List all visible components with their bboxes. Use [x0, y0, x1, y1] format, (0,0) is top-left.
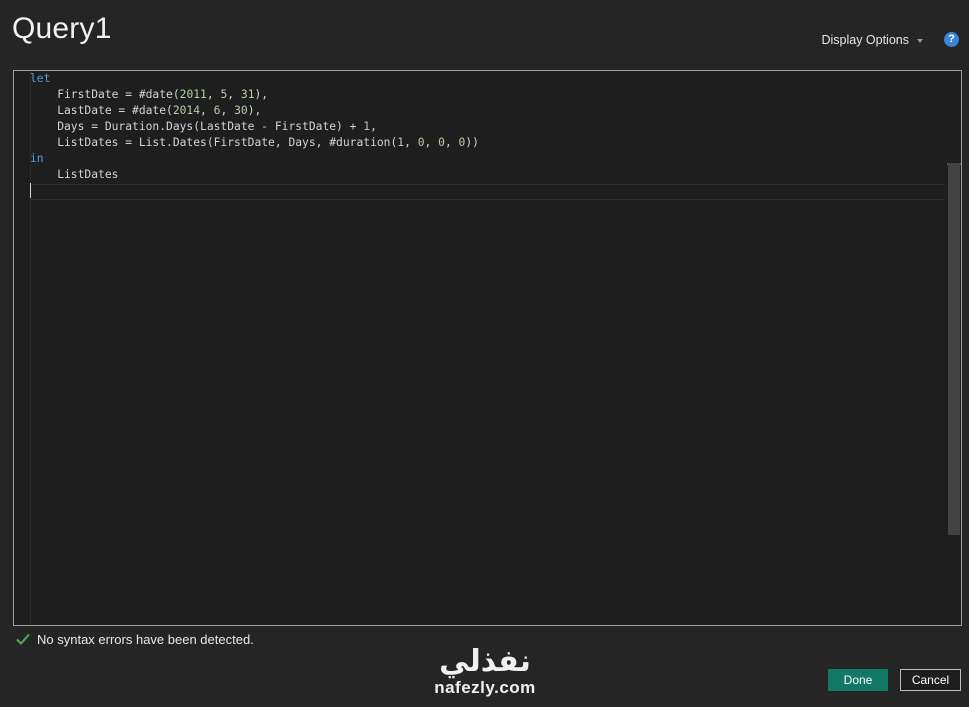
code-token: ,	[424, 136, 439, 149]
advanced-editor-window: Query1 Display Options ? let FirstDate =…	[0, 0, 969, 707]
code-line[interactable]: LastDate = #date(2014, 6, 30),	[30, 103, 945, 119]
code-number: 2011	[179, 88, 207, 101]
code-token: ,	[370, 120, 377, 133]
display-options-dropdown[interactable]: Display Options	[821, 33, 923, 47]
code-token: ,	[206, 88, 221, 101]
code-token: ))	[465, 136, 479, 149]
code-line[interactable]: ListDates	[30, 167, 945, 183]
watermark-latin: nafezly.com	[434, 678, 536, 697]
code-number: 0	[438, 136, 445, 149]
code-number: 30	[234, 104, 248, 117]
watermark-logo: نفذلي nafezly.com	[425, 645, 545, 697]
code-token: ,	[200, 104, 214, 117]
code-line[interactable]: ListDates = List.Dates(FirstDate, Days, …	[30, 135, 945, 151]
code-token: ),	[254, 88, 269, 101]
code-editor[interactable]: let FirstDate = #date(2011, 5, 31), Last…	[13, 70, 962, 626]
code-number: 0	[417, 136, 425, 149]
code-line[interactable]: let	[30, 71, 945, 87]
cancel-button[interactable]: Cancel	[900, 669, 961, 691]
syntax-status: No syntax errors have been detected.	[15, 631, 254, 647]
code-token: LastDate = #date(	[30, 104, 173, 117]
code-token: Days = Duration.Days(LastDate - FirstDat…	[30, 120, 364, 133]
checkmark-icon	[16, 633, 30, 645]
code-token: ,	[444, 136, 459, 149]
query-title: Query1	[12, 12, 112, 45]
code-token: ),	[247, 104, 262, 117]
syntax-status-message: No syntax errors have been detected.	[37, 631, 254, 647]
scrollbar-track-top	[947, 71, 961, 165]
code-token: FirstDate = #date(	[30, 88, 180, 101]
help-icon[interactable]: ?	[944, 32, 959, 47]
vertical-scrollbar[interactable]	[947, 71, 961, 625]
code-token: ListDates	[30, 168, 119, 181]
code-token: ListDates = List.Dates(FirstDate, Days, …	[30, 136, 398, 149]
code-keyword: let	[30, 72, 51, 85]
code-line[interactable]	[30, 183, 945, 199]
display-options-label: Display Options	[821, 33, 909, 47]
code-text[interactable]: let FirstDate = #date(2011, 5, 31), Last…	[30, 71, 945, 199]
scrollbar-thumb[interactable]	[948, 163, 960, 535]
done-button[interactable]: Done	[828, 669, 888, 691]
code-number: 2014	[172, 104, 201, 117]
code-line[interactable]: in	[30, 151, 945, 167]
code-line[interactable]: Days = Duration.Days(LastDate - FirstDat…	[30, 119, 945, 135]
code-number: 31	[240, 88, 255, 101]
watermark-arabic: نفذلي	[439, 644, 531, 679]
code-line[interactable]: FirstDate = #date(2011, 5, 31),	[30, 87, 945, 103]
code-keyword: in	[30, 152, 44, 165]
code-token: ,	[404, 136, 418, 149]
chevron-down-icon	[917, 39, 923, 43]
code-token: ,	[227, 88, 241, 101]
code-token: ,	[220, 104, 235, 117]
text-cursor	[30, 183, 31, 198]
